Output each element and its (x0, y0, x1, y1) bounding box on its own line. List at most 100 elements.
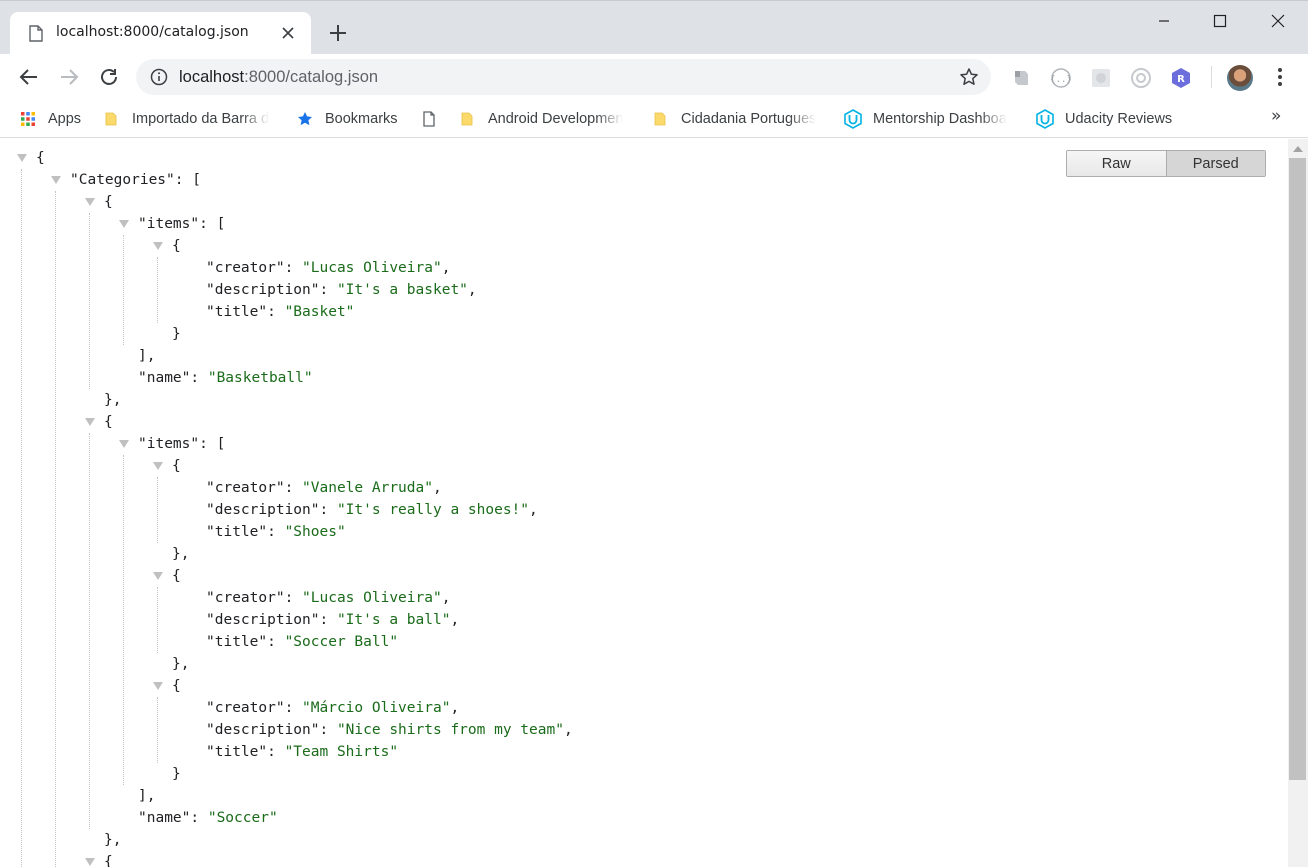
json-punctuation: }, (172, 656, 190, 672)
parsed-button[interactable]: Parsed (1165, 151, 1265, 176)
collapse-toggle-icon[interactable] (85, 418, 95, 426)
chromecast-icon[interactable] (1130, 67, 1152, 89)
json-punctuation: { (172, 678, 181, 694)
bookmark-star-icon[interactable] (959, 67, 979, 87)
json-string-value: "Soccer Ball" (284, 634, 399, 650)
collapse-toggle-icon[interactable] (119, 220, 129, 228)
scrollbar-thumb[interactable] (1289, 158, 1306, 780)
bookmark-page[interactable] (421, 106, 449, 132)
indent-guide (55, 191, 56, 867)
json-key: "description": (206, 502, 337, 518)
bookmark-apps[interactable]: Apps (20, 106, 81, 132)
collapse-toggle-icon[interactable] (51, 176, 61, 184)
url-path: :8000/catalog.json (244, 68, 379, 86)
json-line: }, (104, 829, 121, 851)
json-line: { (104, 411, 113, 433)
json-punctuation: { (104, 854, 113, 867)
json-punctuation: { (172, 238, 181, 254)
json-string-value: "Team Shirts" (284, 744, 399, 760)
back-arrow-icon[interactable] (18, 66, 40, 88)
url-host: localhost (179, 68, 245, 86)
info-icon[interactable] (150, 68, 168, 86)
collapse-toggle-icon[interactable] (85, 858, 95, 866)
more-bookmarks-chevron-icon[interactable]: » (1271, 106, 1281, 126)
collapse-toggle-icon[interactable] (85, 198, 95, 206)
maximize-icon[interactable] (1210, 11, 1230, 31)
minimize-icon[interactable] (1154, 11, 1174, 31)
json-line: "title": "Shoes" (206, 521, 346, 543)
json-line: ], (138, 345, 155, 367)
evernote-icon[interactable] (1010, 67, 1032, 89)
bookmark-folder-android[interactable]: Android Developmen (460, 106, 630, 132)
json-line: } (172, 763, 181, 785)
json-key: "items": (138, 436, 217, 452)
json-key: "creator": (206, 480, 303, 496)
forward-arrow-icon[interactable] (58, 66, 80, 88)
bookmark-label: Cidadania Portugues (681, 111, 817, 127)
json-key: "title": (206, 744, 285, 760)
json-line: "title": "Basket" (206, 301, 354, 323)
bookmark-label: Bookmarks (325, 111, 398, 127)
json-punctuation: , (529, 502, 538, 518)
json-line: }, (172, 543, 189, 565)
folder-icon (654, 112, 666, 126)
collapse-toggle-icon[interactable] (119, 440, 129, 448)
bookmark-folder-cidadania[interactable]: Cidadania Portugues (653, 106, 823, 132)
bookmark-bookmarks[interactable]: Bookmarks (297, 106, 398, 132)
r-extension-icon[interactable]: R (1170, 67, 1192, 89)
json-string-value: "Soccer" (207, 810, 278, 826)
json-viewer-icon[interactable]: {..} (1050, 67, 1072, 89)
tab-catalog-json[interactable]: localhost:8000/catalog.json (10, 12, 311, 55)
scroll-up-icon[interactable] (1293, 146, 1303, 152)
collapse-toggle-icon[interactable] (153, 682, 163, 690)
indent-guide (157, 257, 158, 323)
json-punctuation: { (104, 414, 113, 430)
folder-icon (105, 112, 117, 126)
bookmark-udacity-reviews[interactable]: Udacity Reviews (1035, 106, 1172, 132)
json-punctuation: } (172, 766, 181, 782)
json-line: }, (172, 653, 189, 675)
json-punctuation: , (432, 480, 442, 496)
json-string-value: "Lucas Oliveira" (302, 260, 442, 276)
more-menu-icon[interactable] (1270, 66, 1290, 88)
raw-button[interactable]: Raw (1067, 151, 1166, 176)
json-key: "description": (206, 612, 337, 628)
folder-icon (461, 112, 473, 126)
json-line: { (172, 675, 181, 697)
json-string-value: "Vanele Arruda" (302, 480, 433, 496)
new-tab-icon[interactable] (328, 23, 348, 43)
json-punctuation: { (36, 150, 45, 166)
svg-text:R: R (1177, 74, 1185, 85)
collapse-toggle-icon[interactable] (17, 154, 27, 162)
page-icon (423, 111, 435, 127)
indent-guide (157, 697, 158, 763)
json-key: "name": (138, 810, 208, 826)
bookmarks-bar: Apps Importado da Barra d Bookmarks Andr… (0, 100, 1308, 138)
reload-icon[interactable] (98, 66, 120, 88)
bookmark-label: Apps (48, 111, 82, 127)
json-line: "items": [ (138, 213, 225, 235)
avatar[interactable] (1227, 65, 1253, 91)
svg-text:{..}: {..} (1050, 75, 1072, 85)
json-string-value: "It's a basket" (336, 282, 468, 298)
tab-strip: localhost:8000/catalog.json (0, 0, 1308, 55)
json-line: "description": "It's really a shoes!", (206, 499, 538, 521)
json-punctuation: , (450, 700, 460, 716)
close-window-icon[interactable] (1268, 11, 1288, 31)
collapse-toggle-icon[interactable] (153, 572, 163, 580)
json-punctuation: }, (172, 546, 190, 562)
bookmark-folder-importado[interactable]: Importado da Barra d (104, 106, 274, 132)
collapse-toggle-icon[interactable] (153, 462, 163, 470)
close-tab-icon[interactable] (280, 25, 296, 41)
json-string-value: "Lucas Oliveira" (302, 590, 442, 606)
json-line: "description": "It's a ball", (206, 609, 459, 631)
bookmark-mentorship-dashboard[interactable]: Mentorship Dashboa (843, 106, 1015, 132)
json-key: "items": (138, 216, 217, 232)
address-bar[interactable]: localhost:8000/catalog.json (136, 59, 991, 95)
json-string-value: "Shoes" (284, 524, 346, 540)
collapse-toggle-icon[interactable] (153, 242, 163, 250)
indent-guide (21, 169, 22, 867)
json-punctuation: { (104, 194, 113, 210)
json-punctuation: , (441, 260, 451, 276)
extension-icon[interactable] (1090, 67, 1112, 89)
